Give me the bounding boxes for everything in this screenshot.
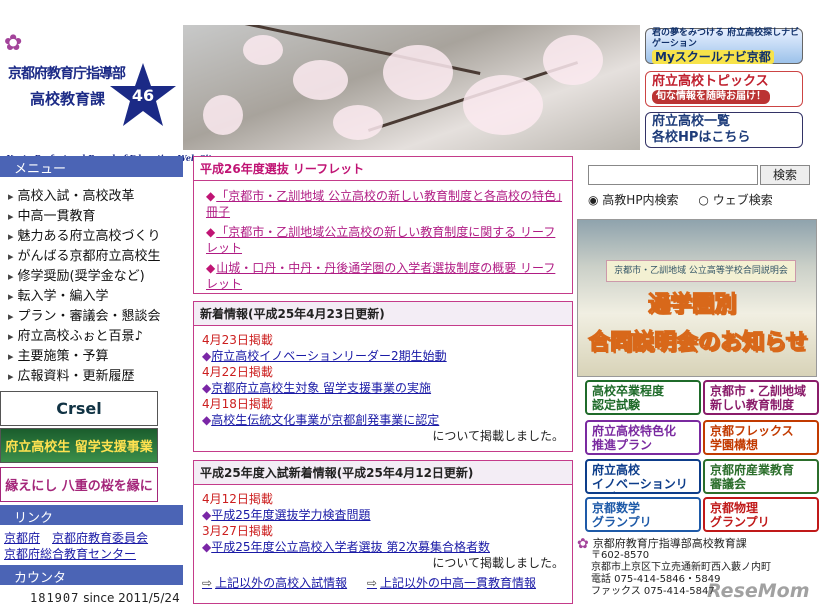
link-kyoto-pref[interactable]: 京都府 [4, 531, 40, 545]
diamond-bullet-icon: ◆ [202, 508, 212, 522]
search-button[interactable]: 検索 [760, 165, 810, 185]
news-link[interactable]: 京都府立高校生対象 留学支援事業の実施 [211, 381, 431, 395]
diamond-bullet-icon: ◆ [202, 349, 212, 363]
sidebar-item[interactable]: 府立高校ふぉと百景♪ [8, 325, 178, 345]
photo-caption-2: 合同説明会のお知らせ [588, 330, 809, 356]
joint-briefing-banner[interactable]: 京都市・乙訓地域 公立高等学校合同説明会 通学圏別 合同説明会のお知らせ [577, 219, 817, 377]
school-list-subtitle: 各校HPはこちら [652, 130, 751, 145]
diamond-bullet-icon: ◆ [206, 261, 216, 275]
anniversary-star-icon: 46 [110, 63, 176, 126]
search-input[interactable] [588, 165, 758, 185]
leaflet-link[interactable]: 「京都市・乙訓地域 公立高校の新しい教育制度と各高校の特色」冊子 [206, 189, 562, 219]
news-date: 4月22日掲載 [202, 365, 273, 379]
resemom-watermark: ReseMom [707, 580, 810, 602]
diamond-bullet-icon: ◆ [202, 381, 212, 395]
news-date: 4月23日掲載 [202, 333, 273, 347]
sidebar-item[interactable]: 魅力ある府立高校づくり [8, 225, 178, 245]
other-ikkan-info-link[interactable]: 上記以外の中高一貫教育情報 [367, 575, 536, 591]
visitor-counter: 181907 since 2011/5/24 [30, 591, 180, 605]
counter-since: since 2011/5/24 [83, 591, 180, 605]
sidebar-item[interactable]: 主要施策・予算 [8, 345, 178, 365]
navi-title: Myスクールナビ京都 [652, 49, 774, 64]
anniversary-badge: 46 [132, 86, 154, 105]
hero-image [183, 25, 640, 150]
radio-web-label: ウェブ検索 [712, 193, 773, 207]
yae-sakura-banner[interactable]: 縁えにし 八重の桜を縁に [0, 467, 158, 502]
feature-tile[interactable]: 府立高校 イノベーションリーダー [585, 459, 701, 494]
sidebar-item[interactable]: 中高一貫教育 [8, 205, 178, 225]
leaflet-link[interactable]: 山城・口丹・中丹・丹後通学圏の入学者選抜制度の概要 リーフレット [206, 261, 555, 291]
exam-date: 3月27日掲載 [202, 524, 273, 538]
sidebar-item[interactable]: 修学奨励(奨学金など) [8, 265, 178, 285]
org-name: 京都府教育庁指導部高校教育課 [592, 537, 747, 550]
navi-caption: 君の夢をみつける 府立高校探しナビゲーション [652, 28, 800, 49]
feature-tile[interactable]: 京都フレックス 学園構想 [703, 420, 819, 455]
exam-link[interactable]: 平成25年度選抜学力検査問題 [211, 508, 370, 522]
site-logo[interactable]: ✿ 京都府教育庁指導部 高校教育課 46 Kyoto Prefectural B… [0, 25, 217, 163]
radio-site-label: 高教HP内検索 [602, 193, 679, 207]
street-address: 京都市上京区下立売通新町西入藪ノ内町 [591, 562, 771, 573]
photo-venue-banner: 京都市・乙訓地域 公立高等学校合同説明会 [606, 260, 796, 282]
other-exam-info-link[interactable]: 上記以外の高校入試情報 [202, 575, 347, 591]
links-list: 京都府 京都府教育委員会 京都府総合教育センター [4, 530, 182, 562]
myschool-navi-banner[interactable]: 君の夢をみつける 府立高校探しナビゲーション Myスクールナビ京都 [645, 28, 803, 64]
news-link[interactable]: 府立高校イノベーションリーダー2期生始動 [211, 349, 446, 363]
diamond-bullet-icon: ◆ [202, 540, 212, 554]
link-board-of-education[interactable]: 京都府教育委員会 [52, 531, 148, 545]
news-tail: について掲載しました。 [432, 429, 564, 443]
crsel-banner[interactable]: Crsel [0, 391, 158, 426]
leaflet-link[interactable]: 「京都市・乙訓地域公立高校の新しい教育制度に関する リーフレット [206, 225, 555, 255]
exam-tail: について掲載しました。 [432, 556, 564, 570]
sidebar-item[interactable]: 転入学・編入学 [8, 285, 178, 305]
feature-tile[interactable]: 高校卒業程度 認定試験 [585, 380, 701, 415]
sidebar-item[interactable]: 高校入試・高校改革 [8, 185, 178, 205]
sidebar-item[interactable]: 広報資料・更新履歴 [8, 365, 178, 385]
zip-code: 〒602-8570 [591, 550, 650, 561]
exam-title: 平成25年度入試新着情報(平成25年4月12日更新) [194, 461, 572, 485]
leaflet-title: 平成26年度選抜 リーフレット [194, 157, 572, 181]
news-date: 4月18日掲載 [202, 397, 273, 411]
radio-web-search[interactable]: ○ ウェブ検索 [698, 193, 780, 207]
feature-tile[interactable]: 京都数学 グランプリ [585, 497, 701, 532]
exam-link[interactable]: 平成25年度公立高校入学者選抜 第2次募集合格者数 [211, 540, 490, 554]
topics-banner[interactable]: 府立高校トピックス 旬な情報を随時お届け！ [645, 71, 803, 107]
radio-site-search[interactable]: ◉ 高教HP内検索 [588, 193, 687, 207]
study-abroad-banner[interactable]: 府立高校生 留学支援事業 [0, 428, 158, 463]
counter-value: 181907 [30, 591, 80, 605]
diamond-bullet-icon: ◆ [202, 413, 212, 427]
sidebar-item[interactable]: プラン・審議会・懇談会 [8, 305, 178, 325]
diamond-bullet-icon: ◆ [206, 225, 216, 239]
logo-subtitle: 高校教育課 [30, 90, 106, 108]
topics-title: 府立高校トピックス [652, 74, 769, 90]
photo-caption-1: 通学圏別 [647, 292, 737, 318]
kyoto-flower-icon: ✿ [577, 536, 589, 552]
link-education-center[interactable]: 京都府総合教育センター [4, 547, 136, 561]
news-title: 新着情報(平成25年4月23日更新) [194, 302, 572, 326]
news-box: 新着情報(平成25年4月23日更新) 4月23日掲載 ◆府立高校イノベーションリ… [193, 301, 573, 452]
kyoto-flower-icon: ✿ [4, 31, 23, 56]
exam-date: 4月12日掲載 [202, 492, 273, 506]
sidebar-menu: 高校入試・高校改革 中高一貫教育 魅力ある府立高校づくり がんばる京都府立高校生… [8, 185, 178, 385]
diamond-bullet-icon: ◆ [206, 189, 216, 203]
sidebar-item[interactable]: がんばる京都府立高校生 [8, 245, 178, 265]
school-list-title: 府立高校一覧 [652, 114, 731, 130]
school-list-banner[interactable]: 府立高校一覧 各校HPはこちら [645, 112, 803, 148]
feature-tile[interactable]: 京都物理 グランプリ [703, 497, 819, 532]
links-heading: リンク [0, 505, 183, 526]
feature-tile[interactable]: 京都府産業教育 審議会 [703, 459, 819, 494]
feature-tile[interactable]: 京都市・乙訓地域 新しい教育制度 [703, 380, 819, 415]
feature-tile[interactable]: 府立高校特色化 推進プラン [585, 420, 701, 455]
topics-subtitle: 旬な情報を随時お届け！ [652, 89, 770, 104]
leaflet-box: 平成26年度選抜 リーフレット ◆「京都市・乙訓地域 公立高校の新しい教育制度と… [193, 156, 573, 294]
menu-heading: メニュー [0, 156, 183, 177]
exam-news-box: 平成25年度入試新着情報(平成25年4月12日更新) 4月12日掲載 ◆平成25… [193, 460, 573, 604]
counter-heading: カウンタ [0, 565, 183, 586]
search-scope: ◉ 高教HP内検索 ○ ウェブ検索 [588, 191, 789, 208]
news-link[interactable]: 高校生伝統文化事業が京都創発事業に認定 [211, 413, 439, 427]
